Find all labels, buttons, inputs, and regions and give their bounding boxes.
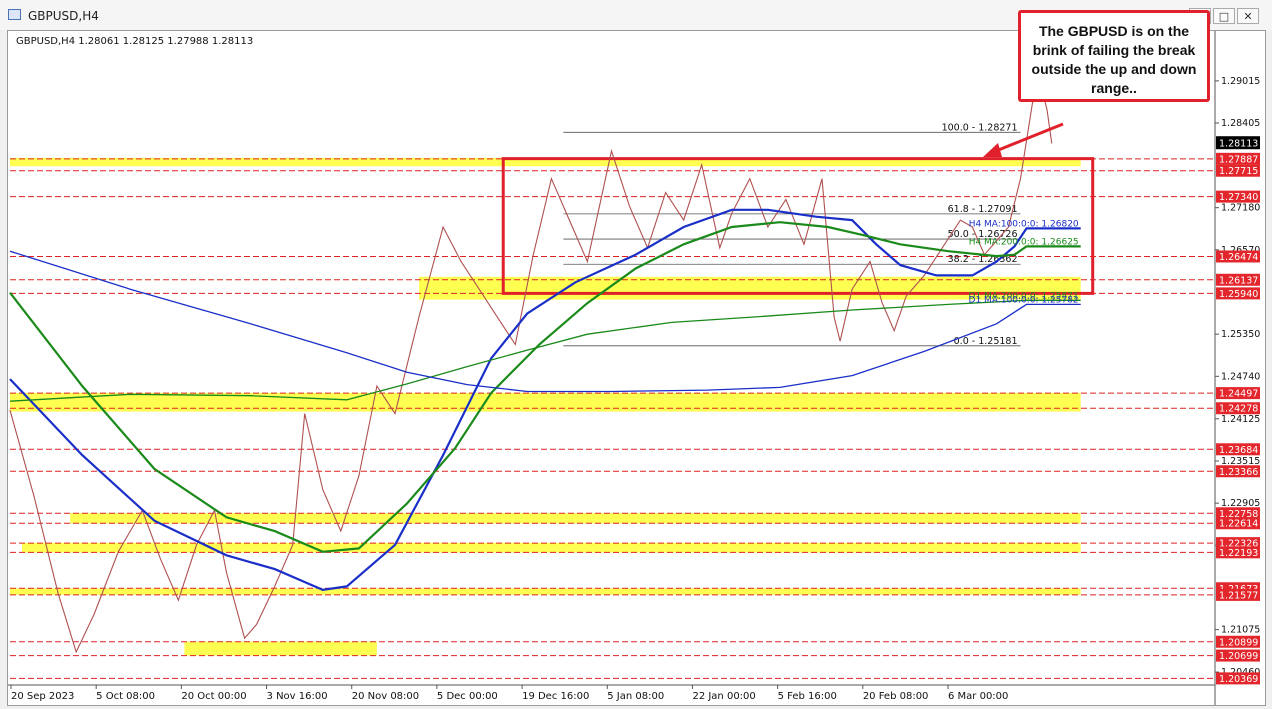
annotation-arrowhead: [983, 143, 1002, 157]
annotation-line: brink of failing the break: [1032, 42, 1196, 58]
level-price-label: 1.25940: [1219, 289, 1258, 300]
price-chart[interactable]: 100.0 - 1.2827161.8 - 1.2709150.0 - 1.26…: [8, 31, 1265, 705]
level-price-label: 1.24278: [1219, 404, 1258, 415]
x-tick-label: 3 Nov 16:00: [267, 691, 328, 702]
level-price-label: 1.20699: [1219, 651, 1258, 662]
y-tick-label: 1.27180: [1221, 203, 1260, 214]
x-tick-label: 5 Jan 08:00: [607, 691, 664, 702]
y-tick-label: 1.24125: [1221, 414, 1260, 425]
maximize-button[interactable]: □: [1213, 8, 1235, 24]
close-button[interactable]: ✕: [1237, 8, 1259, 24]
ma-label: D1 MA:100:0:0: 1.25782: [969, 295, 1079, 305]
moving-average-line: [9, 299, 1081, 402]
ma-label: H4 MA:200:0:0: 1.26625: [969, 237, 1079, 247]
level-price-label: 1.21577: [1219, 590, 1258, 601]
level-price-label: 1.22193: [1219, 548, 1258, 559]
y-tick-label: 1.29015: [1221, 76, 1260, 87]
window-title: GBPUSD,H4: [28, 9, 99, 23]
fib-label: 100.0 - 1.28271: [942, 122, 1018, 133]
support-resistance-zone: [10, 392, 1081, 412]
level-price-label: 1.20899: [1219, 637, 1258, 648]
support-resistance-zone: [184, 641, 377, 656]
y-tick-label: 1.25350: [1221, 329, 1260, 340]
current-price-label: 1.28113: [1219, 139, 1258, 150]
level-price-label: 1.26474: [1219, 252, 1258, 263]
x-tick-label: 5 Oct 08:00: [96, 691, 155, 702]
x-tick-label: 5 Dec 00:00: [437, 691, 498, 702]
support-resistance-zone: [22, 542, 1081, 553]
ma-label: H4 MA:100:0:0: 1.26820: [969, 219, 1079, 229]
fib-label: 61.8 - 1.27091: [948, 204, 1018, 215]
fib-label: 0.0 - 1.25181: [954, 336, 1018, 347]
annotation-line: The GBPUSD is on the: [1038, 23, 1190, 39]
level-price-label: 1.23684: [1219, 445, 1258, 456]
annotation-callout: The GBPUSD is on the brink of failing th…: [1018, 10, 1210, 102]
chart-frame[interactable]: 100.0 - 1.28271 61.8 - 1.27091 50.0 - 1.26…: [7, 30, 1266, 706]
x-tick-label: 5 Feb 16:00: [778, 691, 837, 702]
x-tick-label: 19 Dec 16:00: [522, 691, 589, 702]
symbol-info-line: GBPUSD,H4 1.28061 1.28125 1.27988 1.2811…: [16, 36, 253, 47]
x-tick-label: 22 Jan 00:00: [692, 691, 755, 702]
x-tick-label: 20 Feb 08:00: [863, 691, 929, 702]
support-resistance-zone: [10, 588, 1081, 595]
level-price-label: 1.27715: [1219, 166, 1258, 177]
x-tick-label: 6 Mar 00:00: [948, 691, 1008, 702]
y-tick-label: 1.21075: [1221, 625, 1260, 636]
x-tick-label: 20 Oct 00:00: [181, 691, 246, 702]
y-tick-label: 1.24740: [1221, 371, 1260, 382]
y-tick-label: 1.28405: [1221, 118, 1260, 129]
level-price-label: 1.23366: [1219, 467, 1258, 478]
level-price-label: 1.26137: [1219, 275, 1258, 286]
level-price-label: 1.22614: [1219, 519, 1258, 530]
level-price-label: 1.27887: [1219, 154, 1258, 165]
moving-average-line: [9, 250, 1081, 393]
annotation-line: range..: [1091, 80, 1137, 96]
level-price-label: 1.24497: [1219, 389, 1258, 400]
x-tick-label: 20 Nov 08:00: [352, 691, 419, 702]
x-tick-label: 20 Sep 2023: [11, 691, 74, 702]
chart-window-icon: [8, 9, 21, 20]
level-price-label: 1.27340: [1219, 192, 1258, 203]
level-price-label: 1.20369: [1219, 674, 1258, 685]
annotation-line: outside the up and down: [1031, 61, 1197, 77]
